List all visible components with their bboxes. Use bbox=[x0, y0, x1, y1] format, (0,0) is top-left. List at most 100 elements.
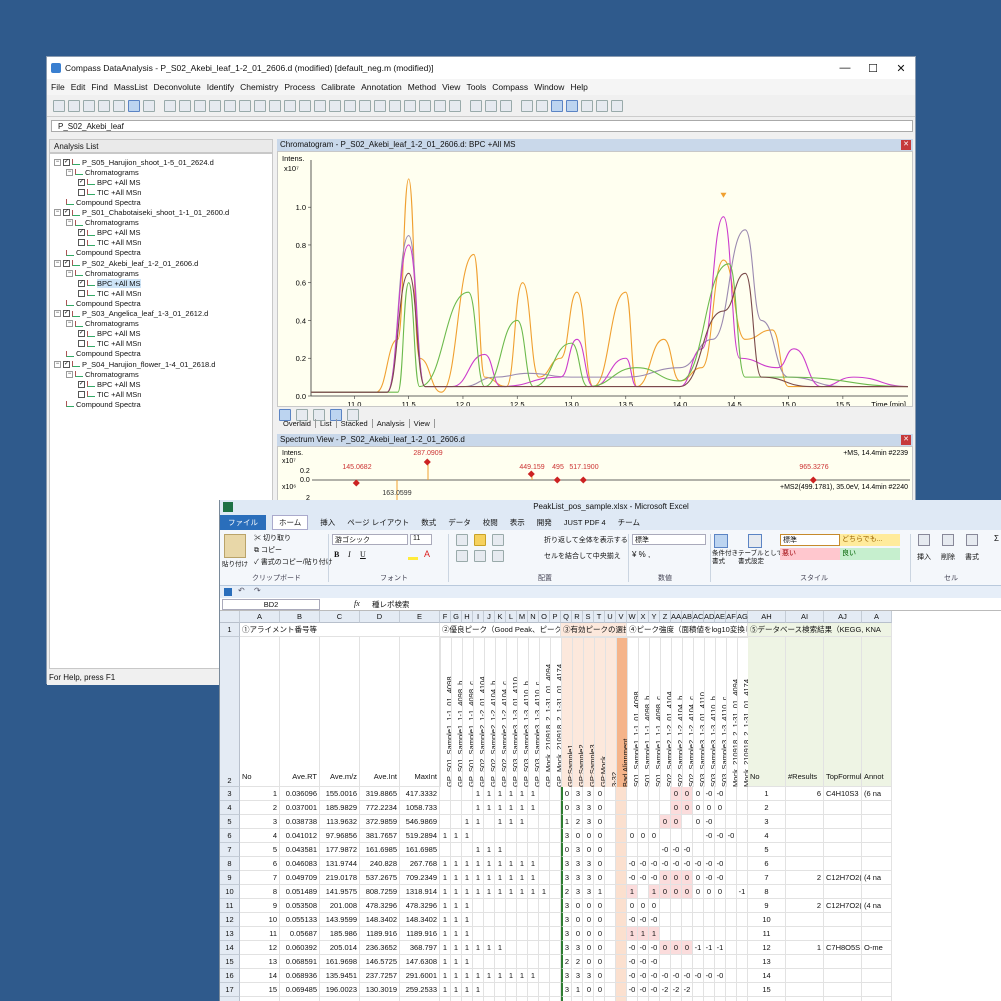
table-cell[interactable] bbox=[660, 997, 671, 1001]
table-cell[interactable]: 1 bbox=[517, 885, 528, 899]
checkbox[interactable]: ✓ bbox=[78, 229, 85, 237]
table-cell[interactable] bbox=[737, 969, 748, 983]
table-cell[interactable] bbox=[528, 941, 539, 955]
table-cell[interactable]: 1 bbox=[528, 969, 539, 983]
column-header[interactable]: B bbox=[280, 611, 320, 623]
table-cell[interactable]: 0 bbox=[704, 801, 715, 815]
table-cell[interactable] bbox=[451, 843, 462, 857]
row-header[interactable]: 7 bbox=[220, 843, 240, 857]
column-header[interactable]: S bbox=[583, 611, 594, 623]
column-header[interactable]: P bbox=[550, 611, 561, 623]
table-cell[interactable] bbox=[627, 815, 638, 829]
table-cell[interactable]: 0 bbox=[660, 815, 671, 829]
table-cell[interactable] bbox=[506, 983, 517, 997]
tab-overlaid[interactable]: Overlaid bbox=[279, 419, 316, 428]
table-cell[interactable]: 1 bbox=[506, 787, 517, 801]
style-bad[interactable]: 悪い bbox=[780, 548, 840, 560]
table-cell[interactable] bbox=[539, 857, 550, 871]
table-cell[interactable] bbox=[649, 787, 660, 801]
table-cell[interactable] bbox=[616, 829, 627, 843]
conditional-format-button[interactable]: 条件付き 書式 bbox=[712, 550, 738, 566]
column-header[interactable]: E bbox=[400, 611, 440, 623]
table-cell[interactable]: 13 bbox=[748, 955, 786, 969]
row-header[interactable]: 1 bbox=[220, 623, 240, 637]
table-cell[interactable] bbox=[495, 829, 506, 843]
table-cell[interactable] bbox=[550, 927, 561, 941]
column-header[interactable]: F bbox=[440, 611, 451, 623]
table-cell[interactable] bbox=[638, 801, 649, 815]
table-cell[interactable] bbox=[693, 997, 704, 1001]
table-cell[interactable]: 1 bbox=[495, 969, 506, 983]
table-cell[interactable] bbox=[484, 997, 495, 1001]
table-cell[interactable]: 1 bbox=[495, 801, 506, 815]
align-left-icon[interactable] bbox=[456, 550, 468, 562]
table-cell[interactable]: 0.037001 bbox=[280, 801, 320, 815]
table-cell[interactable]: 205.014 bbox=[320, 941, 360, 955]
table-cell[interactable]: 6 bbox=[786, 787, 824, 801]
table-cell[interactable]: 237.7257 bbox=[360, 969, 400, 983]
table-cell[interactable] bbox=[862, 815, 892, 829]
table-cell[interactable]: 0.060392 bbox=[280, 941, 320, 955]
table-cell[interactable]: 0.05687 bbox=[280, 927, 320, 941]
table-cell[interactable]: 0 bbox=[594, 927, 605, 941]
table-cell[interactable] bbox=[862, 997, 892, 1001]
table-cell[interactable] bbox=[605, 997, 616, 1001]
table-cell[interactable] bbox=[824, 843, 862, 857]
table-cell[interactable]: 0 bbox=[594, 829, 605, 843]
table-cell[interactable]: 3 bbox=[583, 857, 594, 871]
table-cell[interactable]: 1 bbox=[240, 787, 280, 801]
table-cell[interactable]: 0 bbox=[693, 801, 704, 815]
table-cell[interactable]: 3 bbox=[572, 941, 583, 955]
table-cell[interactable]: 0 bbox=[660, 871, 671, 885]
ribbon-tab[interactable]: 挿入 bbox=[320, 517, 335, 528]
table-cell[interactable]: 772.2234 bbox=[360, 801, 400, 815]
table-cell[interactable] bbox=[616, 927, 627, 941]
table-cell[interactable]: 1 bbox=[440, 885, 451, 899]
ribbon-tab[interactable]: データ bbox=[448, 517, 471, 528]
table-cell[interactable] bbox=[862, 927, 892, 941]
ribbon-tab[interactable]: ファイル bbox=[220, 514, 266, 530]
table-cell[interactable]: 1 bbox=[462, 829, 473, 843]
menu-find[interactable]: Find bbox=[91, 82, 108, 92]
table-cell[interactable] bbox=[726, 955, 737, 969]
table-cell[interactable] bbox=[693, 983, 704, 997]
table-cell[interactable] bbox=[704, 983, 715, 997]
checkbox[interactable] bbox=[78, 289, 85, 297]
table-cell[interactable] bbox=[539, 843, 550, 857]
row-header[interactable]: 17 bbox=[220, 983, 240, 997]
column-header[interactable]: Y bbox=[649, 611, 660, 623]
table-cell[interactable]: 148.3402 bbox=[400, 913, 440, 927]
tree-group[interactable]: − Chromatograms bbox=[66, 268, 139, 278]
table-cell[interactable]: 16 bbox=[240, 997, 280, 1001]
peak-j-icon[interactable] bbox=[314, 99, 326, 112]
table-cell[interactable]: 0 bbox=[660, 941, 671, 955]
autosum-icon[interactable]: Σ bbox=[994, 534, 999, 543]
menu-deconvolute[interactable]: Deconvolute bbox=[153, 82, 200, 92]
table-cell[interactable]: 3 bbox=[572, 857, 583, 871]
table-cell[interactable] bbox=[616, 997, 627, 1001]
table-cell[interactable]: 1 bbox=[440, 983, 451, 997]
table-cell[interactable]: 185.986 bbox=[320, 927, 360, 941]
table-cell[interactable] bbox=[824, 801, 862, 815]
table-cell[interactable] bbox=[726, 885, 737, 899]
table-cell[interactable]: 7 bbox=[240, 871, 280, 885]
table-cell[interactable]: 1 bbox=[451, 829, 462, 843]
table-cell[interactable]: -0 bbox=[660, 857, 671, 871]
table-cell[interactable]: 14 bbox=[748, 969, 786, 983]
peak-b-icon[interactable] bbox=[194, 99, 206, 112]
table-cell[interactable]: 0 bbox=[572, 829, 583, 843]
table-cell[interactable]: 0 bbox=[682, 871, 693, 885]
font-size-select[interactable]: 11 bbox=[410, 534, 432, 545]
table-cell[interactable]: 155.0016 bbox=[320, 787, 360, 801]
table-cell[interactable]: -0 bbox=[627, 983, 638, 997]
align-bottom-icon[interactable] bbox=[492, 534, 504, 546]
table-cell[interactable] bbox=[726, 927, 737, 941]
menu-identify[interactable]: Identify bbox=[207, 82, 234, 92]
minimize-button[interactable]: — bbox=[831, 57, 859, 79]
chrom-a-icon[interactable] bbox=[521, 99, 533, 112]
table-cell[interactable] bbox=[484, 815, 495, 829]
table-cell[interactable]: 1 bbox=[451, 983, 462, 997]
chromatogram-item[interactable]: ✓ BPC +All MS bbox=[78, 228, 141, 238]
table-cell[interactable]: 1 bbox=[473, 885, 484, 899]
table-cell[interactable] bbox=[682, 829, 693, 843]
